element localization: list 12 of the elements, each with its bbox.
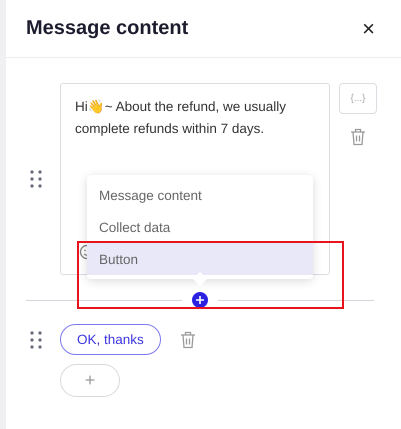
panel-title: Message content (26, 17, 188, 40)
delete-icon[interactable] (180, 330, 196, 348)
drag-handle-icon[interactable] (30, 330, 42, 348)
quick-reply-button[interactable]: OK, thanks (60, 324, 161, 355)
drag-handle-icon[interactable] (30, 170, 42, 188)
close-button[interactable]: × (362, 18, 375, 40)
menu-item[interactable]: Button (87, 243, 313, 275)
menu-item[interactable]: Collect data (87, 211, 313, 243)
menu-item[interactable]: Message content (87, 179, 313, 211)
add-icon[interactable] (192, 292, 208, 308)
delete-icon[interactable] (350, 128, 366, 146)
message-text: Hi👋~ About the refund, we usually complete refunds within 7 days. (75, 98, 287, 138)
